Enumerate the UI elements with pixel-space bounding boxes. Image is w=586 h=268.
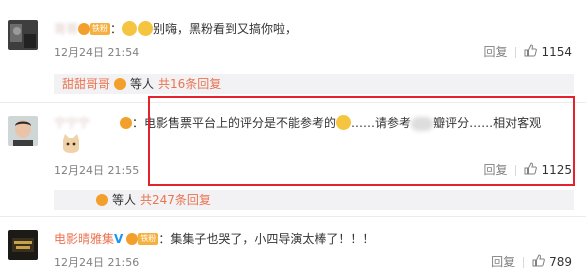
like-count: 789 [549,255,572,268]
colon: ： [132,116,145,130]
comment-timestamp: 12月24日 21:56 [54,256,140,268]
comment-text: 集集子也哭了，小四导演太棒了！！！ [170,232,375,246]
fan-badge: 铁粉 [90,22,111,35]
divider [523,257,525,268]
sub-reply-mid: 等人 [130,77,155,91]
comment-1: 哥哥 铁粉： 别嗨，黑粉看到又搞你啦， 12月24日 21:54 回复 1154 甜甜… [0,0,586,94]
like-button[interactable]: 789 [532,253,572,268]
comment-text: 别嗨，黑粉看到又搞你啦， [153,22,298,36]
crown-icon [114,77,127,90]
divider [0,216,586,217]
verified-v-icon: V [114,232,124,246]
crown-icon [96,193,108,206]
thumbs-up-icon [524,43,538,60]
highlight-box [148,96,575,186]
sub-reply-bar[interactable]: 等人 共247条回复 [54,190,574,210]
comment-username[interactable]: 电影晴雅集 [54,232,114,246]
thumbs-up-icon [532,253,545,268]
grinning-face-icon [138,21,154,36]
colon: ： [158,232,171,246]
colon: ： [110,22,123,36]
sub-reply-count-link[interactable]: 共247条回复 [140,193,211,207]
sub-reply-user[interactable]: 甜甜哥哥 [62,77,110,91]
crown-icon [120,116,133,129]
comment-timestamp: 12月24日 21:54 [54,46,140,59]
reply-button[interactable]: 回复 [491,255,515,268]
cat-avatar-icon [60,132,82,154]
sub-reply-count-link[interactable]: 共16条回复 [158,77,221,91]
comment-3: 电影晴雅集 V 铁粉 ：集集子也哭了，小四导演太棒了！！！ 12月24日 21:56… [0,218,586,268]
divider [515,47,517,58]
crown-icon [126,232,139,245]
sub-reply-mid: 等人 [112,193,137,207]
reply-button[interactable]: 回复 [483,45,507,59]
comment-username[interactable]: 哥哥 [54,22,78,36]
avatar[interactable] [8,116,38,146]
crown-icon [78,22,91,35]
like-count: 1154 [541,45,572,59]
fan-badge: 铁粉 [138,232,159,245]
like-button[interactable]: 1154 [524,43,572,60]
comment-timestamp: 12月24日 21:55 [54,164,140,177]
avatar[interactable] [8,230,38,260]
avatar[interactable] [8,20,38,50]
grinning-face-icon [122,21,138,36]
sub-reply-bar[interactable]: 甜甜哥哥 等人 共16条回复 [54,74,574,94]
comment-username[interactable]: 宁宁宁 [54,116,90,130]
